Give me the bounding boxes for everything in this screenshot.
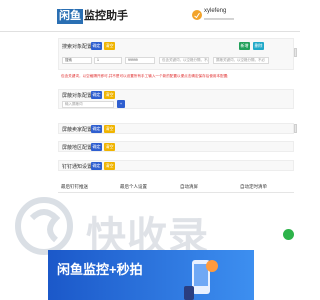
top-bar: 闲鱼 监控助手 xylefeng xxxxxxxxxxxxxxx: [0, 0, 300, 32]
min-price-input[interactable]: 1: [94, 57, 122, 64]
brand-title: 监控助手: [84, 9, 128, 22]
user-name: xylefeng: [204, 8, 227, 14]
exclude-keyword-input[interactable]: 屏蔽关键词，以空格分隔，不必: [213, 57, 269, 64]
column-header: 最后个人设置: [120, 184, 147, 189]
panel-region-config: 屏蔽地区配置 确定 清空: [58, 141, 294, 152]
keyword-input[interactable]: 搜索: [62, 57, 92, 64]
column-header: 自动清屏: [180, 184, 198, 189]
confirm-button[interactable]: 确定: [91, 162, 102, 170]
panel-keyword-config: 搜索对象配置 确定 清空 新增 删除 搜索 1 99999 包含关键词，以空格分…: [58, 38, 294, 70]
block-word-input[interactable]: 输入屏蔽词: [62, 101, 114, 108]
scroll-handle[interactable]: [294, 124, 297, 133]
panel-seller-config: 屏蔽卖家配置 确定 清空: [58, 123, 294, 134]
panel-title: 屏蔽卖家配置: [62, 127, 93, 133]
panel-title: 钉钉通知设置: [62, 164, 93, 170]
clear-button[interactable]: 清空: [104, 42, 115, 50]
brand-logo[interactable]: 闲鱼 监控助手: [57, 8, 128, 24]
brand-badge: 闲鱼: [57, 8, 83, 24]
panel-title: 屏蔽地区配置: [62, 145, 93, 151]
include-keyword-input[interactable]: 包含关键词，以空格分隔，不必: [159, 57, 209, 64]
panel-subscribe-config: 钉钉通知设置 确定 清空: [58, 160, 294, 171]
panel-title: 屏蔽对象配置: [62, 93, 93, 99]
watermark: 快收录: [0, 196, 300, 260]
column-header: 最后钉钉推送: [61, 184, 88, 189]
clear-button[interactable]: 清空: [104, 162, 115, 170]
panel-title: 搜索对象配置: [62, 44, 93, 50]
status-columns: 最后钉钉推送 最后个人设置 自动清屏 自动定时清单: [58, 183, 294, 193]
watermark-logo-icon: [15, 197, 73, 255]
user-profile[interactable]: xylefeng xxxxxxxxxxxxxxx: [192, 8, 244, 26]
scroll-handle[interactable]: [294, 48, 297, 57]
user-subtitle: xxxxxxxxxxxxxxx: [204, 16, 234, 21]
chat-float-icon[interactable]: [283, 229, 294, 240]
delete-button[interactable]: 删除: [253, 42, 264, 50]
add-button[interactable]: 新增: [239, 42, 250, 50]
user-avatar-icon: [192, 10, 202, 20]
column-header: 自动定时清单: [240, 184, 267, 189]
clear-button[interactable]: 清空: [104, 125, 115, 133]
clear-button[interactable]: 清空: [104, 91, 115, 99]
promo-banner[interactable]: 闲鱼监控+秒拍: [48, 250, 254, 300]
confirm-button[interactable]: 确定: [91, 42, 102, 50]
confirm-button[interactable]: 确定: [91, 143, 102, 151]
phone-illustration-icon: [184, 260, 218, 300]
banner-title: 闲鱼监控+秒拍: [57, 262, 143, 277]
clear-button[interactable]: 清空: [104, 143, 115, 151]
confirm-button[interactable]: 确定: [91, 91, 102, 99]
warning-text: 包含关键词，以空格隔开即可,并不是可以设置所有手工输入一个新的配置以便点击确定保…: [61, 74, 229, 78]
max-price-input[interactable]: 99999: [125, 57, 155, 64]
panel-block-config: 屏蔽对象配置 确定 清空 输入屏蔽词 +: [58, 89, 294, 109]
confirm-button[interactable]: 确定: [91, 125, 102, 133]
add-block-button[interactable]: +: [117, 100, 125, 108]
